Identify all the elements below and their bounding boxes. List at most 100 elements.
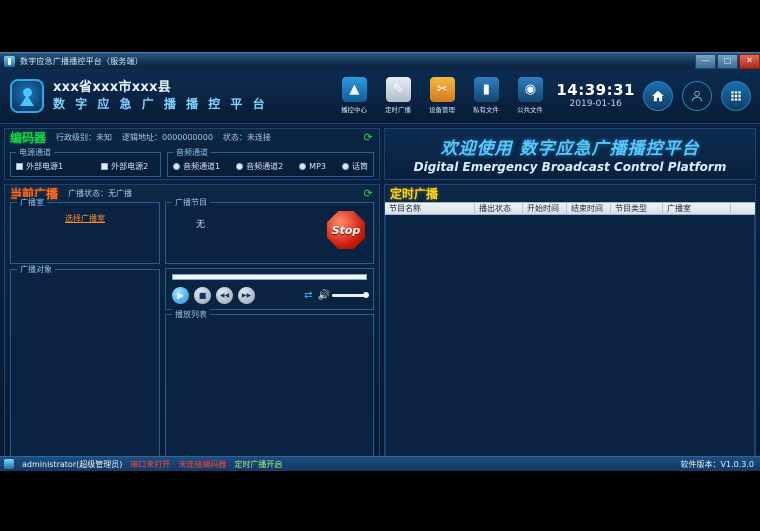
volume-slider[interactable] — [332, 294, 367, 297]
broadcast-status-label: 广播状态： — [68, 188, 108, 199]
volume-knob[interactable] — [363, 292, 369, 298]
apps-grid-icon — [729, 89, 743, 103]
refresh-icon[interactable]: ⟳ — [362, 188, 374, 200]
encoder-status-label: 状态： — [223, 132, 247, 143]
previous-button[interactable]: ◀◀ — [216, 287, 233, 304]
power-options: 外部电源1 外部电源2 — [16, 161, 155, 172]
broadcast-room-column: 广播室 选择广播室 广播对象 — [10, 202, 160, 464]
nav-item-broadcast-center[interactable]: ▲ 播控中心 — [332, 77, 376, 115]
column-start-time: 开始时间 — [523, 202, 567, 215]
audio-option-1[interactable]: 音频通道1 — [173, 161, 220, 172]
encoder-panel: 编码器 行政级别： 未知 逻辑地址： 0000000000 状态： 未连接 ⟳ … — [4, 128, 380, 180]
folder-globe-icon: ◉ — [518, 77, 543, 102]
audio-options: 音频通道1 音频通道2 MP3 — [173, 161, 368, 172]
desktop-wallpaper: 数字应急广播播控平台（服务端） — ▢ ✕ xxx省xxx市xxx县 数 字 应… — [0, 0, 760, 531]
checkbox-icon[interactable] — [101, 163, 108, 170]
status-encoder: 未连接编码器 — [178, 459, 226, 470]
audio-option-4[interactable]: 话筒 — [342, 161, 368, 172]
broadcast-program-column: 广播节目 无 Stop ▶ ■ ◀◀ ▶▶ — [165, 202, 374, 464]
minimize-button[interactable]: — — [695, 54, 716, 69]
broadcast-status-value: 无广播 — [108, 188, 132, 199]
folder-person-icon: ▮ — [474, 77, 499, 102]
screen-bottom-letterbox — [0, 471, 760, 531]
power-option-2[interactable]: 外部电源2 — [101, 161, 148, 172]
stop-button[interactable]: ■ — [194, 287, 211, 304]
player-controls: ▶ ■ ◀◀ ▶▶ ⇄ 🔊 — [172, 287, 367, 304]
broadcast-target-box[interactable]: 广播对象 — [10, 269, 160, 464]
status-timed-broadcast: 定时广播开启 — [234, 459, 282, 470]
nav-label: 播控中心 — [341, 105, 367, 114]
schedule-table-header: 节目名称 播出状态 开始时间 结束时间 节目类型 广播室 — [385, 202, 755, 215]
column-play-status: 播出状态 — [475, 202, 523, 215]
clock-widget: 14:39:31 2019-01-16 — [556, 82, 635, 110]
play-button[interactable]: ▶ — [172, 287, 189, 304]
minimize-icon: — — [702, 57, 710, 65]
playlist-label: 播放列表 — [172, 309, 210, 320]
nav-item-private-files[interactable]: ▮ 私有文件 — [464, 77, 508, 115]
volume-control[interactable]: 🔊 — [318, 290, 367, 301]
radio-icon[interactable] — [299, 163, 306, 170]
next-button[interactable]: ▶▶ — [238, 287, 255, 304]
org-name: xxx省xxx市xxx县 — [53, 81, 268, 96]
nav-item-timed-broadcast[interactable]: ✎ 定时广播 — [376, 77, 420, 115]
home-button[interactable] — [643, 81, 673, 111]
audio-option-2[interactable]: 音频通道2 — [236, 161, 283, 172]
maximize-button[interactable]: ▢ — [717, 54, 738, 69]
nav-item-device-management[interactable]: ✂ 设备管理 — [420, 77, 464, 115]
audio-option-label: MP3 — [309, 162, 326, 171]
column-end-time: 结束时间 — [567, 202, 611, 215]
user-button[interactable] — [682, 81, 712, 111]
user-badge-icon — [4, 459, 14, 469]
user-icon — [690, 89, 704, 103]
checkbox-icon[interactable] — [16, 163, 23, 170]
audio-option-label: 话筒 — [352, 161, 368, 172]
column-program-type: 节目类型 — [611, 202, 663, 215]
close-button[interactable]: ✕ — [739, 54, 760, 69]
playlist-box[interactable]: 播放列表 — [165, 314, 374, 464]
broadcast-program-box: 广播节目 无 Stop — [165, 202, 374, 264]
audio-option-3[interactable]: MP3 — [299, 162, 326, 171]
media-player: ▶ ■ ◀◀ ▶▶ ⇄ 🔊 — [165, 268, 374, 310]
radio-icon[interactable] — [342, 163, 349, 170]
right-column: 欢迎使用 数字应急广播播控平台 Digital Emergency Broadc… — [384, 128, 756, 470]
brand-block: xxx省xxx市xxx县 数 字 应 急 广 播 播 控 平 台 — [53, 81, 268, 112]
timed-broadcast-header: 定时广播 — [385, 185, 755, 202]
current-broadcast-body: 广播室 选择广播室 广播对象 广播节目 无 Stop — [5, 202, 379, 469]
shuffle-icon[interactable]: ⇄ — [304, 290, 312, 301]
audio-option-label: 音频通道1 — [183, 161, 220, 172]
volume-icon[interactable]: 🔊 — [318, 290, 330, 301]
welcome-banner: 欢迎使用 数字应急广播播控平台 Digital Emergency Broadc… — [384, 128, 756, 180]
logic-address-value: 0000000000 — [162, 133, 213, 142]
power-channel-group: 电源通道 外部电源1 外部电源2 — [10, 147, 161, 177]
main-navigation: ▲ 播控中心 ✎ 定时广播 ✂ 设备管理 ▮ 私有文件 ◉ 公共文件 — [332, 69, 760, 124]
power-option-1[interactable]: 外部电源1 — [16, 161, 63, 172]
nav-label: 私有文件 — [473, 105, 499, 114]
radio-icon[interactable] — [173, 163, 180, 170]
clock-pencil-icon: ✎ — [386, 77, 411, 102]
app-header: xxx省xxx市xxx县 数 字 应 急 广 播 播 控 平 台 ▲ 播控中心 … — [0, 69, 760, 124]
timed-broadcast-title: 定时广播 — [390, 185, 438, 202]
close-icon: ✕ — [746, 57, 753, 65]
select-broadcast-room-link[interactable]: 选择广播室 — [11, 213, 159, 224]
audio-channel-legend: 音频通道 — [173, 147, 211, 158]
seek-slider[interactable] — [172, 274, 367, 280]
window-controls: — ▢ ✕ — [694, 54, 760, 69]
power-channel-legend: 电源通道 — [16, 147, 54, 158]
admin-level-label: 行政级别： — [56, 132, 96, 143]
stop-broadcast-button[interactable]: Stop — [327, 211, 365, 249]
logic-address-label: 逻辑地址： — [122, 132, 162, 143]
broadcast-program-label: 广播节目 — [172, 197, 210, 208]
broadcast-target-label: 广播对象 — [17, 264, 55, 275]
status-serial-port: 串口未打开 — [130, 459, 170, 470]
radio-icon[interactable] — [236, 163, 243, 170]
refresh-icon[interactable]: ⟳ — [362, 132, 374, 144]
nav-item-public-files[interactable]: ◉ 公共文件 — [508, 77, 552, 115]
timed-broadcast-panel: 定时广播 节目名称 播出状态 开始时间 结束时间 节目类型 广播室 — [384, 184, 756, 470]
status-version: 软件版本：V1.0.3.0 — [681, 459, 754, 470]
schedule-table-body[interactable] — [385, 215, 755, 469]
nav-label: 设备管理 — [429, 105, 455, 114]
welcome-line-chinese: 欢迎使用 数字应急广播播控平台 — [441, 134, 700, 159]
encoder-status-value: 未连接 — [247, 132, 271, 143]
left-column: 编码器 行政级别： 未知 逻辑地址： 0000000000 状态： 未连接 ⟳ … — [4, 128, 380, 470]
apps-button[interactable] — [721, 81, 751, 111]
